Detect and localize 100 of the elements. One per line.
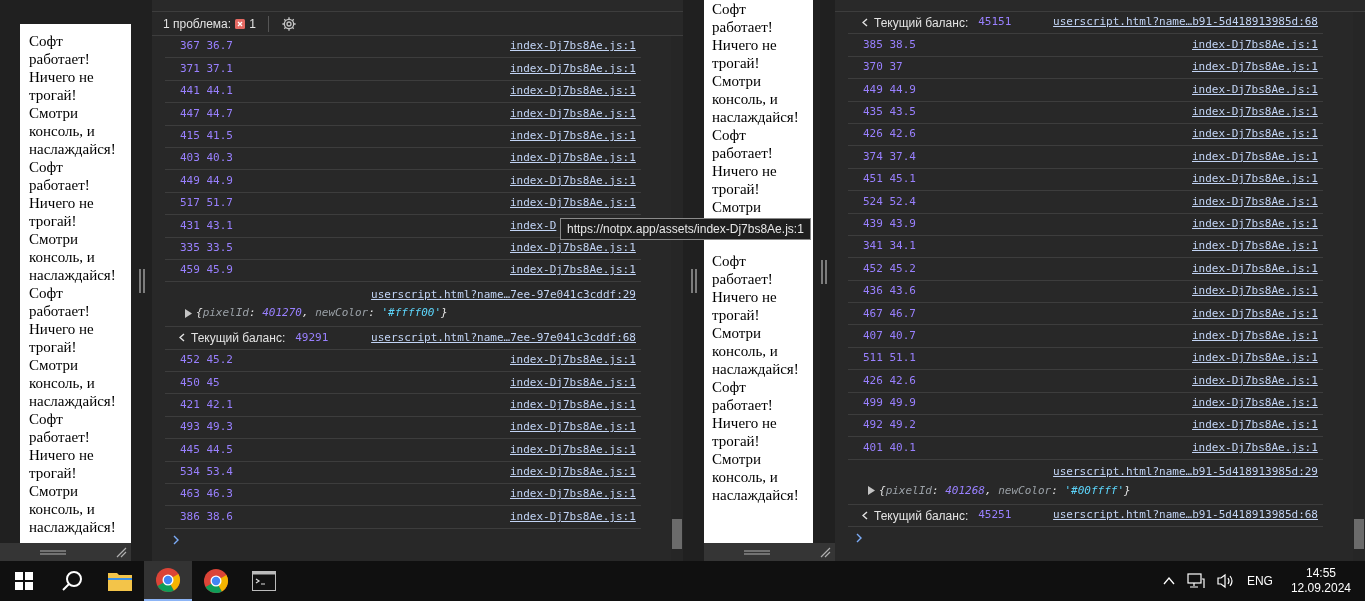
log-value: 534 53.4 xyxy=(180,464,233,481)
source-link[interactable]: index-Dj7bs8Ae.js:1 xyxy=(1192,327,1318,345)
log-value: 436 43.6 xyxy=(863,283,916,300)
source-link[interactable]: index-Dj7bs8Ae.js:1 xyxy=(1192,215,1318,233)
source-link[interactable]: index-Dj7bs8Ae.js:1 xyxy=(510,83,636,100)
source-link[interactable]: index-Dj7bs8Ae.js:1 xyxy=(510,374,636,391)
source-link[interactable]: userscript.html?name…b91-5d418913985d:68 xyxy=(1053,507,1318,524)
source-link[interactable]: index-Dj7bs8Ae.js:1 xyxy=(510,60,636,78)
source-link[interactable]: index-Dj7bs8Ae.js:1 xyxy=(1192,126,1318,143)
language-indicator[interactable]: ENG xyxy=(1246,572,1273,590)
log-value: 403 40.3 xyxy=(180,150,233,167)
tooltip: https://notpx.app/assets/index-Dj7bs8Ae.js:1 xyxy=(560,218,811,240)
source-link[interactable]: index-Dj7bs8Ae.js:1 xyxy=(1192,395,1318,412)
log-value: 447 44.7 xyxy=(180,105,233,122)
prompt-chevron-icon[interactable] xyxy=(173,534,179,545)
folder-icon[interactable] xyxy=(108,571,132,591)
log-value: 450 45 xyxy=(180,374,220,391)
source-link[interactable]: index-Dj7bs8Ae.js:1 xyxy=(1192,283,1318,300)
resize-corner-icon[interactable] xyxy=(820,546,831,558)
settings-icon[interactable] xyxy=(280,15,297,32)
page-paragraph: Софт работает! Ничего не трогай! Смотри консоль, и наслаждайся! xyxy=(29,158,117,284)
source-link[interactable]: index-Dj7bs8Ae.js:1 xyxy=(1192,193,1318,211)
windows-logo-icon[interactable] xyxy=(15,572,33,590)
log-value: 426 42.6 xyxy=(863,372,916,389)
source-link[interactable]: index-Dj7bs8Ae.js:1 xyxy=(1192,59,1318,76)
source-link[interactable]: index-Dj7bs8Ae.js:1 xyxy=(510,172,636,190)
source-link[interactable]: userscript.html?name…b91-5d418913985d:68 xyxy=(1053,14,1318,31)
page-paragraph: Софт работает! Ничего не трогай! Смотри консоль, и наслаждайся! xyxy=(712,0,800,126)
source-link[interactable]: index-Dj7bs8Ae.js:1 xyxy=(1192,238,1318,255)
source-link[interactable]: index-Dj7bs8Ae.js:1 xyxy=(510,38,636,55)
source-link[interactable]: index-Dj7bs8Ae.js:1 xyxy=(1192,148,1318,166)
source-link[interactable]: userscript.html?name…b91-5d418913985d:29 xyxy=(1053,464,1318,481)
source-link[interactable]: index-Dj7bs8Ae.js:1 xyxy=(1192,81,1318,99)
issues-count: 1 xyxy=(249,15,256,33)
source-link[interactable]: index-Dj7bs8Ae.js:1 xyxy=(1192,36,1318,54)
source-link[interactable]: index-Dj7bs8Ae.js:1 xyxy=(1192,260,1318,278)
source-link[interactable]: index-Dj7bs8Ae.js:1 xyxy=(510,441,636,459)
log-value: 370 37 xyxy=(863,59,903,76)
source-link[interactable]: index-Dj7bs8Ae.js:1 xyxy=(1192,171,1318,188)
source-link[interactable]: index-Dj7bs8Ae.js:1 xyxy=(510,105,636,123)
log-value: 385 38.5 xyxy=(863,36,916,53)
source-link[interactable]: userscript.html?name…7ee-97e041c3cddf:29 xyxy=(371,286,636,304)
resize-grip-icon[interactable] xyxy=(690,268,697,293)
source-link[interactable]: index-Dj7bs8Ae.js:1 xyxy=(510,464,636,481)
page-paragraph: Софт работает! Ничего не трогай! Смотри консоль, и наслаждайся! xyxy=(712,252,800,378)
source-link[interactable]: index-Dj7bs8Ae.js:1 xyxy=(510,419,636,436)
source-link[interactable]: index-Dj7bs8Ae.js:1 xyxy=(510,262,636,279)
log-value: 407 40.7 xyxy=(863,327,916,344)
prompt-chevron-icon[interactable] xyxy=(856,533,862,544)
log-value: 492 49.2 xyxy=(863,417,916,434)
clock[interactable]: 14:55 12.09.2024 xyxy=(1290,566,1351,596)
source-link[interactable]: index-Dj7bs8Ae.js:1 xyxy=(1192,439,1318,457)
resize-grip-icon[interactable] xyxy=(138,268,145,293)
chrome-icon[interactable] xyxy=(155,567,181,593)
source-link[interactable]: index-D xyxy=(510,217,557,235)
log-label: Текущий баланс: xyxy=(191,330,286,347)
source-link[interactable]: index-Dj7bs8Ae.js:1 xyxy=(1192,305,1318,322)
source-link[interactable]: index-Dj7bs8Ae.js:1 xyxy=(510,352,636,369)
log-value: 451 45.1 xyxy=(863,171,916,188)
log-value: 499 49.9 xyxy=(863,395,916,412)
terminal-icon[interactable] xyxy=(252,571,276,591)
expand-triangle-icon[interactable] xyxy=(868,486,875,496)
search-icon[interactable] xyxy=(61,570,83,592)
log-value: 439 43.9 xyxy=(863,215,916,232)
log-value: 459 45.9 xyxy=(180,262,233,279)
source-link[interactable]: index-Dj7bs8Ae.js:1 xyxy=(1192,417,1318,434)
source-link[interactable]: userscript.html?name…7ee-97e041c3cddf:68 xyxy=(371,329,636,347)
resize-handle-icon[interactable] xyxy=(744,549,770,555)
source-link[interactable]: index-Dj7bs8Ae.js:1 xyxy=(510,195,636,212)
log-value: 421 42.1 xyxy=(180,396,233,413)
chevron-left-icon xyxy=(862,511,868,520)
log-label: Текущий баланс: xyxy=(874,507,969,525)
source-link[interactable]: index-Dj7bs8Ae.js:1 xyxy=(510,150,636,167)
log-object: {pixelId: 401268, newColor: '#00ffff'} xyxy=(879,482,1131,499)
source-link[interactable]: index-Dj7bs8Ae.js:1 xyxy=(510,486,636,503)
source-link[interactable]: index-Dj7bs8Ae.js:1 xyxy=(510,239,636,257)
log-value: 374 37.4 xyxy=(863,148,916,165)
chrome-icon[interactable] xyxy=(203,568,229,594)
log-value: 49291 xyxy=(295,329,329,346)
active-app-button[interactable] xyxy=(144,561,192,601)
source-link[interactable]: index-Dj7bs8Ae.js:1 xyxy=(510,396,636,414)
network-icon[interactable] xyxy=(1186,573,1205,589)
resize-handle-icon[interactable] xyxy=(40,549,66,555)
resize-grip-icon[interactable] xyxy=(821,259,827,284)
log-label: Текущий баланс: xyxy=(874,14,969,32)
page-paragraph: Софт работает! Ничего не трогай! Смотри консоль, и наслаждайся! xyxy=(29,410,117,536)
log-object: {pixelId: 401270, newColor: '#ffff00'} xyxy=(196,305,448,322)
chevron-up-icon[interactable] xyxy=(1162,577,1175,585)
source-link[interactable]: index-Dj7bs8Ae.js:1 xyxy=(1192,350,1318,367)
page-paragraph: Софт работает! Ничего не трогай! Смотри xyxy=(712,126,778,216)
resize-corner-icon[interactable] xyxy=(116,546,127,558)
log-value: 371 37.1 xyxy=(180,60,233,77)
source-link[interactable]: index-Dj7bs8Ae.js:1 xyxy=(510,508,636,526)
source-link[interactable]: index-Dj7bs8Ae.js:1 xyxy=(510,128,636,145)
log-value: 386 38.6 xyxy=(180,508,233,525)
expand-triangle-icon[interactable] xyxy=(185,308,192,318)
log-value: 435 43.5 xyxy=(863,104,916,120)
source-link[interactable]: index-Dj7bs8Ae.js:1 xyxy=(1192,372,1318,390)
source-link[interactable]: index-Dj7bs8Ae.js:1 xyxy=(1192,104,1318,121)
speaker-icon[interactable] xyxy=(1216,573,1235,589)
